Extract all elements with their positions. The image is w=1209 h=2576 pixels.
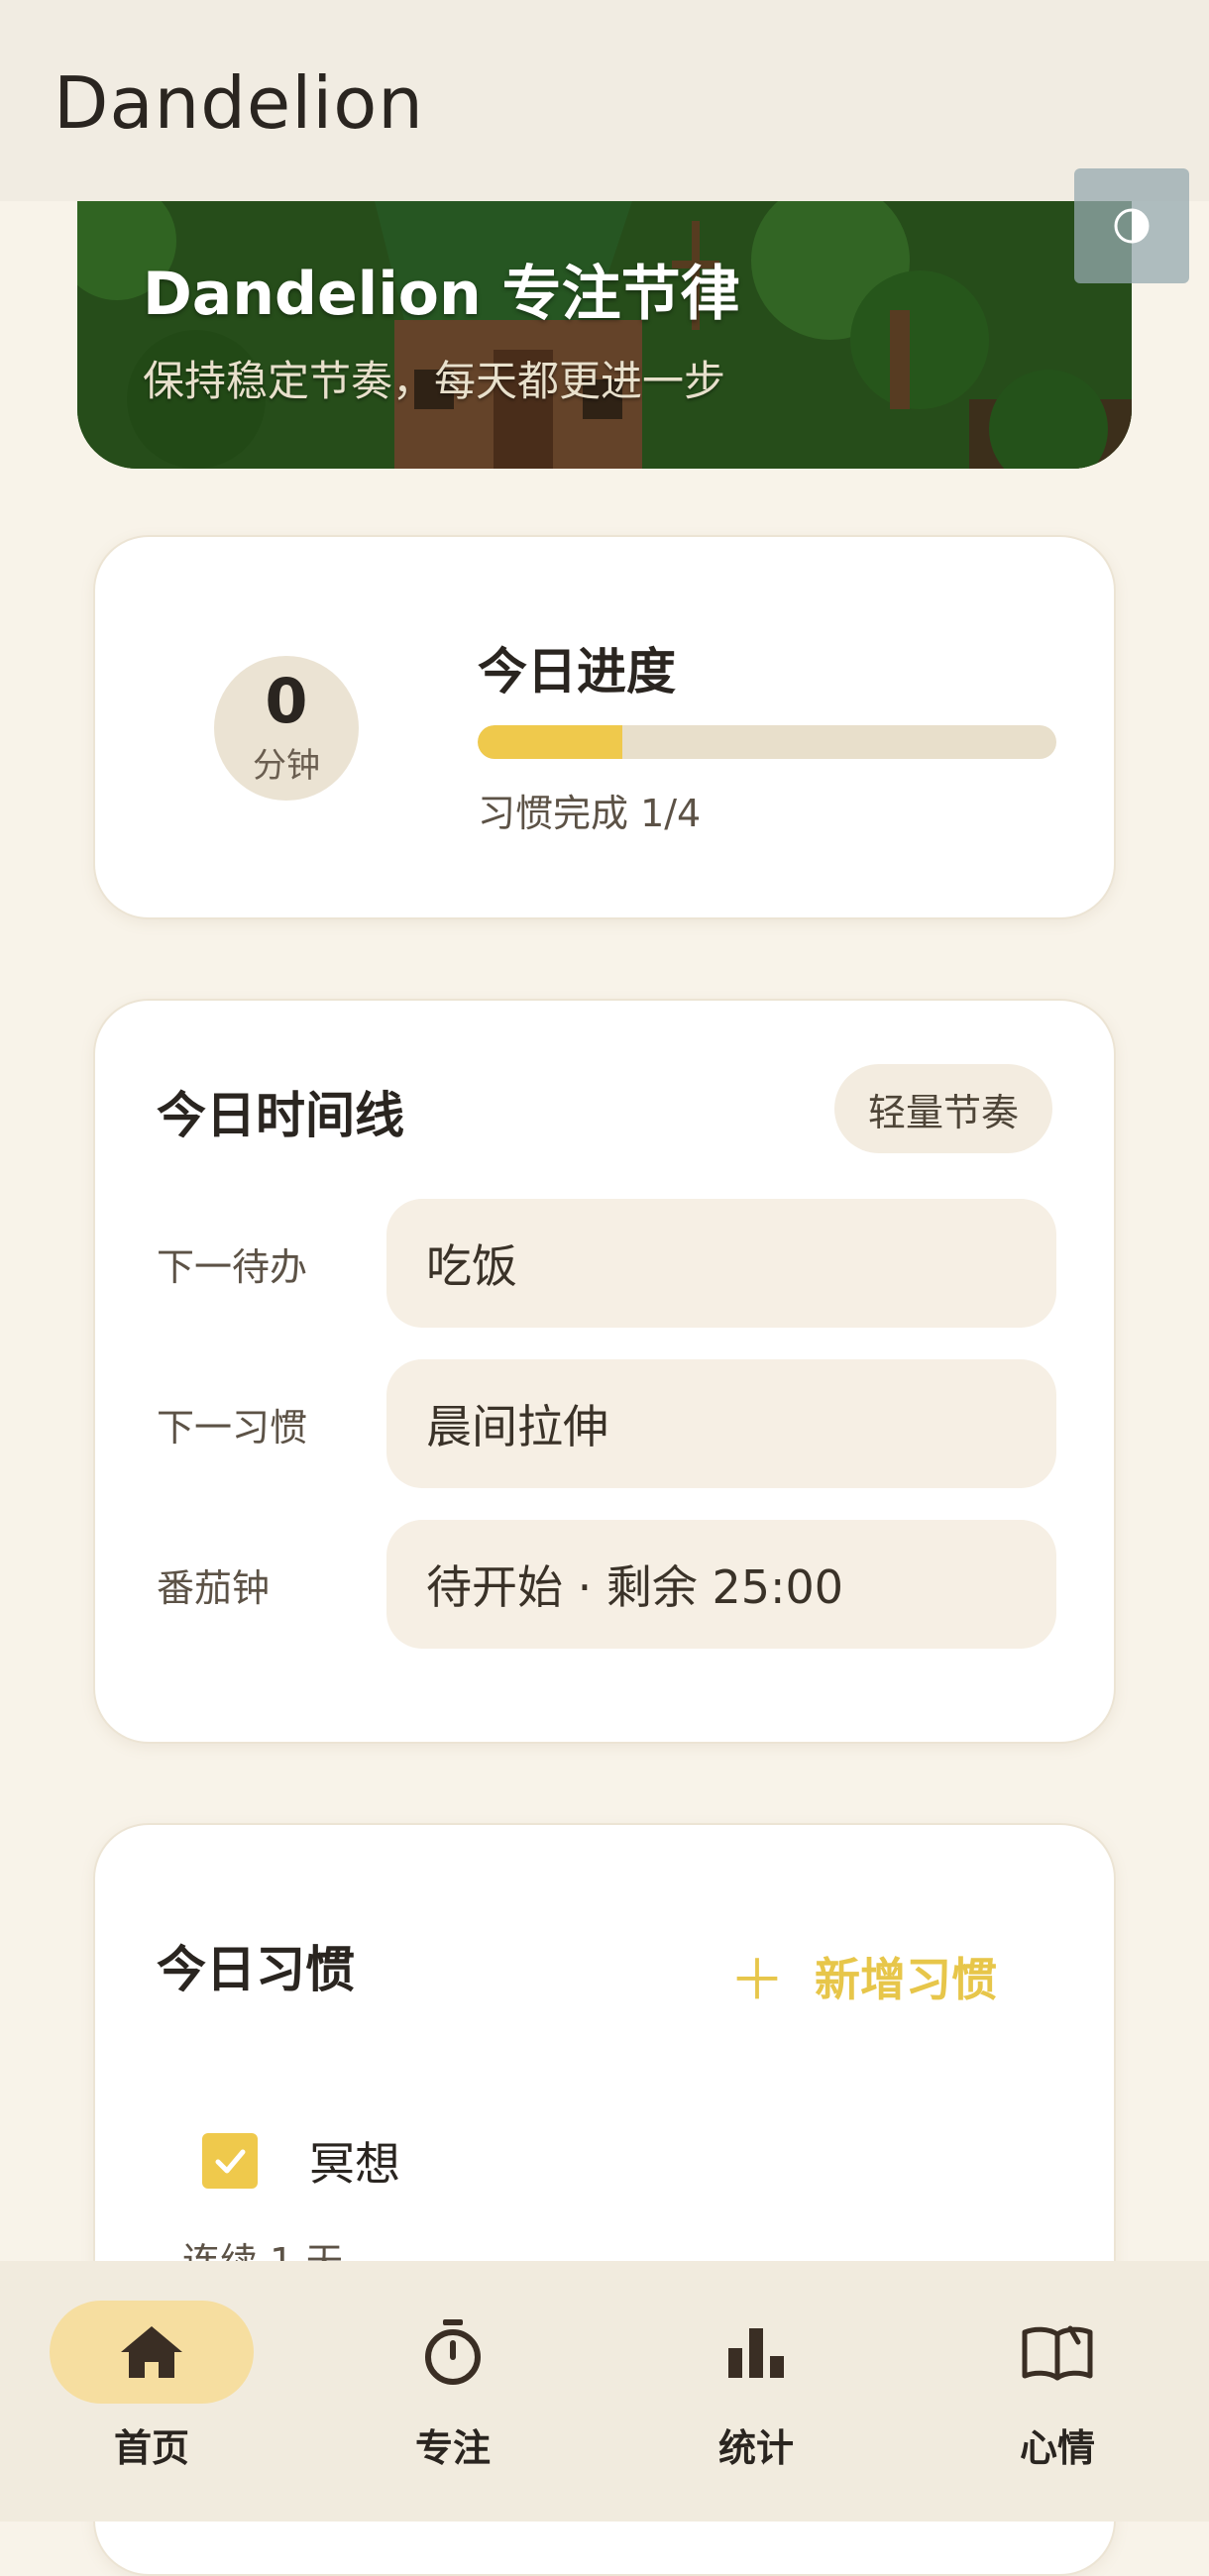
nav-label: 首页	[113, 2426, 189, 2470]
rhythm-chip[interactable]: 轻量节奏	[833, 1064, 1052, 1153]
minutes-unit: 分钟	[253, 745, 320, 786]
nav-label: 专注	[414, 2426, 491, 2470]
hero-title: Dandelion 专注节律	[143, 260, 740, 329]
habit-checkbox[interactable]	[202, 2133, 258, 2189]
app-bar: Dandelion	[0, 0, 1209, 201]
habit-completion-text: 习惯完成 1/4	[478, 792, 702, 835]
add-habit-button[interactable]: ＋ 新增习惯	[729, 1936, 997, 2016]
nav-item-mood[interactable]: 心情	[953, 2301, 1161, 2499]
book-icon	[1022, 2325, 1093, 2381]
bottom-navigation: 首页 专注 统计 心情	[0, 2261, 1209, 2522]
timeline-row-habit[interactable]: 下一习惯 晨间拉伸	[157, 1359, 1056, 1488]
timeline-row-todo[interactable]: 下一待办 吃饭	[157, 1199, 1056, 1328]
nav-icon-wrap	[351, 2301, 555, 2404]
app-title: Dandelion	[54, 61, 424, 145]
home-icon	[121, 2326, 182, 2378]
minutes-ring: 0 分钟	[214, 656, 359, 801]
nav-label: 心情	[1019, 2426, 1095, 2470]
nav-label: 统计	[717, 2426, 794, 2470]
timeline-row-pomodoro[interactable]: 番茄钟 待开始 · 剩余 25:00	[157, 1520, 1056, 1649]
timeline-row-label: 下一习惯	[157, 1405, 308, 1449]
habits-heading: 今日习惯	[157, 1941, 355, 1998]
timeline-row-value[interactable]: 待开始 · 剩余 25:00	[386, 1520, 1056, 1649]
timer-icon	[425, 2319, 481, 2385]
timeline-row-label: 番茄钟	[157, 1565, 271, 1610]
hero-banner: Dandelion 专注节律 保持稳定节奏，每天都更进一步	[77, 201, 1132, 469]
progress-bar-fill	[478, 725, 622, 759]
nav-item-focus[interactable]: 专注	[349, 2301, 557, 2499]
habit-name: 冥想	[309, 2137, 400, 2191]
timeline-heading: 今日时间线	[157, 1087, 404, 1144]
check-icon	[215, 2149, 246, 2174]
add-habit-label: 新增习惯	[815, 1952, 997, 2006]
progress-title: 今日进度	[478, 643, 676, 700]
minutes-value: 0	[265, 664, 308, 737]
timeline-row-value[interactable]: 吃饭	[386, 1199, 1056, 1328]
plus-icon: ＋	[729, 1949, 785, 2013]
habit-item[interactable]: 冥想	[202, 2128, 400, 2194]
contrast-icon	[1114, 208, 1150, 244]
bar-chart-icon	[728, 2328, 784, 2378]
theme-toggle-button[interactable]	[1074, 168, 1189, 283]
nav-icon-wrap	[955, 2301, 1159, 2404]
timeline-card: 今日时间线 轻量节奏 下一待办 吃饭 下一习惯 晨间拉伸 番茄钟 待开始 · 剩…	[93, 999, 1116, 1744]
nav-icon-wrap	[654, 2301, 858, 2404]
nav-item-home[interactable]: 首页	[48, 2301, 256, 2499]
timeline-row-value[interactable]: 晨间拉伸	[386, 1359, 1056, 1488]
timeline-row-label: 下一待办	[157, 1244, 308, 1289]
progress-card: 0 分钟 今日进度 习惯完成 1/4	[93, 535, 1116, 919]
hero-illustration	[77, 201, 1132, 469]
nav-item-stats[interactable]: 统计	[652, 2301, 860, 2499]
nav-active-indicator	[50, 2301, 254, 2404]
progress-bar	[478, 725, 1056, 759]
hero-subtitle: 保持稳定节奏，每天都更进一步	[143, 357, 726, 405]
